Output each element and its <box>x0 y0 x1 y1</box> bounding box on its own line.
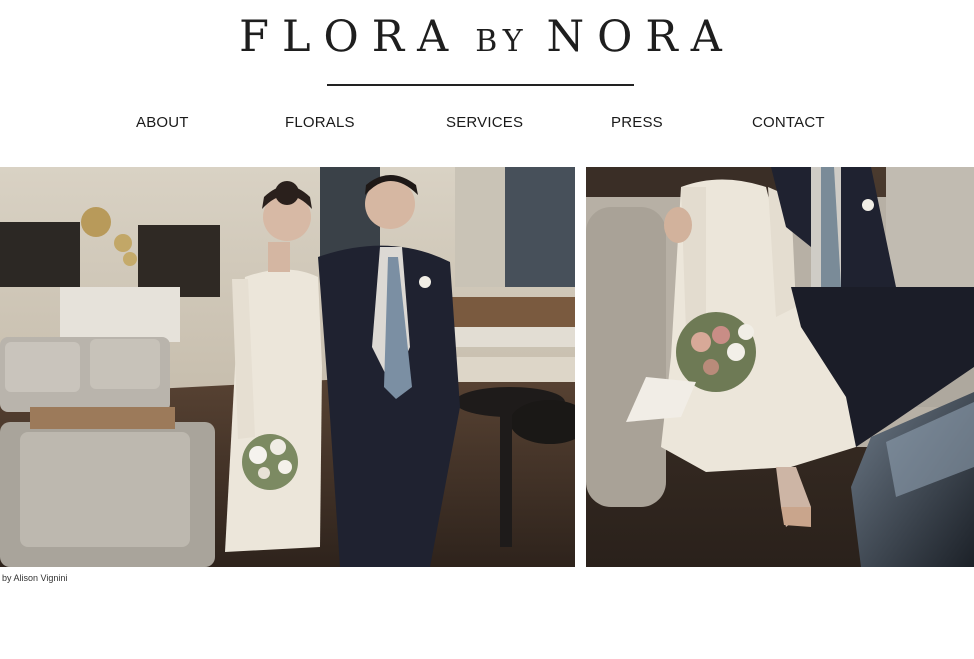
nav-item-press[interactable]: PRESS <box>611 114 663 131</box>
logo-word-flora: FLORA <box>239 12 462 62</box>
header-divider <box>327 84 634 86</box>
nav-item-services[interactable]: SERVICES <box>446 114 523 131</box>
site-logo[interactable]: FLORA BY NORA <box>0 12 974 62</box>
photo-credit: by Alison Vignini <box>2 573 68 583</box>
nav-item-contact[interactable]: CONTACT <box>752 114 825 131</box>
nav-item-about[interactable]: ABOUT <box>136 114 189 131</box>
photo-illustration <box>586 167 974 567</box>
gallery-photo-couple-seated[interactable] <box>586 167 974 567</box>
main-nav: ABOUT FLORALS SERVICES PRESS CONTACT <box>0 114 974 136</box>
nav-item-florals[interactable]: FLORALS <box>285 114 355 131</box>
logo-word-nora: NORA <box>546 12 735 62</box>
photo-illustration <box>0 167 575 567</box>
gallery-photo-couple-standing[interactable] <box>0 167 575 567</box>
logo-word-by: BY <box>475 24 529 59</box>
